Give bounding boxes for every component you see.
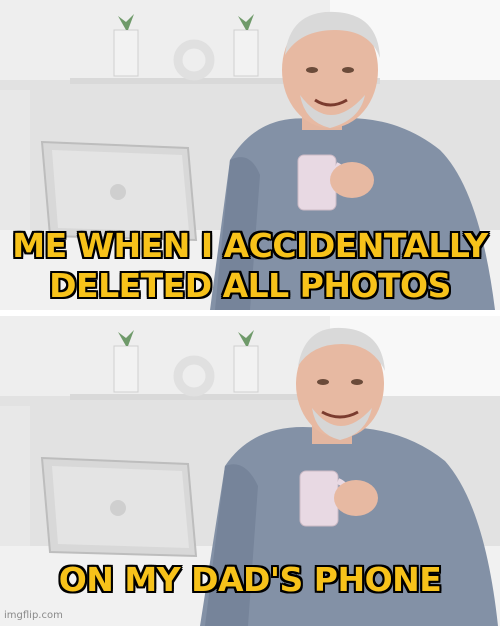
top-caption-line-2: DELETED ALL PHOTOS <box>49 266 451 305</box>
bottom-caption: ON MY DAD'S PHONE <box>58 560 442 599</box>
laptop-icon <box>40 456 198 558</box>
top-caption-line-1: ME WHEN I ACCIDENTALLY <box>12 226 488 265</box>
top-caption: ME WHEN I ACCIDENTALLY DELETED ALL PHOTO… <box>0 226 500 306</box>
watermark: imgflip.com <box>4 610 63 621</box>
meme-image: ME WHEN I ACCIDENTALLY DELETED ALL PHOTO… <box>0 0 500 626</box>
